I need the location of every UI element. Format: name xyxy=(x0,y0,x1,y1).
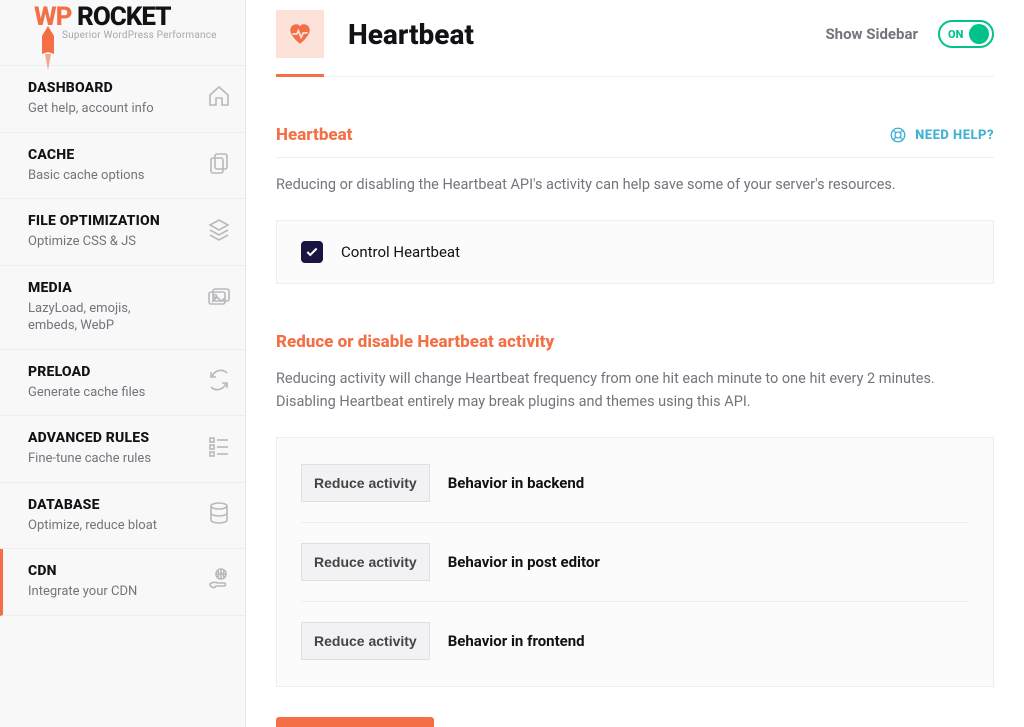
behavior-select-post-editor[interactable]: Reduce activity xyxy=(301,543,430,581)
sidebar-item-label: ADVANCED RULES xyxy=(28,430,151,446)
sidebar-item-file-optimization[interactable]: FILE OPTIMIZATION Optimize CSS & JS xyxy=(0,199,245,266)
sidebar-item-sub: Optimize CSS & JS xyxy=(28,233,160,251)
brand-tagline: Superior WordPress Performance xyxy=(62,30,245,41)
sidebar-item-database[interactable]: DATABASE Optimize, reduce bloat xyxy=(0,483,245,550)
sidebar-item-advanced-rules[interactable]: ADVANCED RULES Fine-tune cache rules xyxy=(0,416,245,483)
sidebar-item-sub: Generate cache files xyxy=(28,384,145,402)
behavior-row-frontend: Reduce activity Behavior in frontend xyxy=(301,602,969,680)
section-reduce-activity: Reduce or disable Heartbeat activity Red… xyxy=(276,332,994,727)
sidebar-item-label: DASHBOARD xyxy=(28,80,154,96)
behavior-label: Behavior in frontend xyxy=(448,632,585,650)
section-heartbeat: Heartbeat NEED HELP? Reducing or disabli… xyxy=(276,125,994,284)
control-heartbeat-checkbox[interactable] xyxy=(301,241,323,263)
show-sidebar-label: Show Sidebar xyxy=(825,25,918,43)
sidebar-item-label: PRELOAD xyxy=(28,364,145,380)
sidebar-item-sub: Get help, account info xyxy=(28,100,154,118)
list-icon xyxy=(207,434,231,458)
behavior-row-post-editor: Reduce activity Behavior in post editor xyxy=(301,523,969,602)
section-title: Reduce or disable Heartbeat activity xyxy=(276,332,994,352)
sidebar-item-label: MEDIA xyxy=(28,280,178,296)
sidebar-item-label: CDN xyxy=(28,563,137,579)
behavior-box: Reduce activity Behavior in backend Redu… xyxy=(276,437,994,687)
behavior-select-frontend[interactable]: Reduce activity xyxy=(301,622,430,660)
refresh-icon xyxy=(207,368,231,392)
images-icon xyxy=(207,284,231,308)
copy-icon xyxy=(207,151,231,175)
page-header: Heartbeat Show Sidebar ON xyxy=(276,10,994,77)
check-icon xyxy=(305,245,319,259)
sidebar-item-sub: Integrate your CDN xyxy=(28,583,137,601)
database-icon xyxy=(207,501,231,525)
toggle-on-text: ON xyxy=(948,28,963,41)
sidebar-item-preload[interactable]: PRELOAD Generate cache files xyxy=(0,350,245,417)
control-heartbeat-row: Control Heartbeat xyxy=(276,220,994,284)
save-changes-button[interactable]: SAVE CHANGES xyxy=(276,717,434,727)
section-desc: Reducing activity will change Heartbeat … xyxy=(276,368,994,413)
sidebar-nav: DASHBOARD Get help, account info CACHE B… xyxy=(0,65,245,616)
behavior-label: Behavior in backend xyxy=(448,474,584,492)
main-content: Heartbeat Show Sidebar ON Heartbeat NEED… xyxy=(246,0,1024,727)
page-title: Heartbeat xyxy=(348,18,474,51)
behavior-select-backend[interactable]: Reduce activity xyxy=(301,464,430,502)
sidebar-item-sub: Basic cache options xyxy=(28,167,144,185)
layers-icon xyxy=(207,217,231,241)
section-desc: Reducing or disabling the Heartbeat API'… xyxy=(276,174,994,196)
sidebar-item-sub: LazyLoad, emojis, embeds, WebP xyxy=(28,300,178,335)
home-icon xyxy=(207,84,231,108)
control-heartbeat-label: Control Heartbeat xyxy=(341,243,460,261)
hand-globe-icon xyxy=(207,567,231,591)
sidebar-item-label: DATABASE xyxy=(28,497,157,513)
show-sidebar-toggle[interactable]: ON xyxy=(938,20,994,48)
sidebar-item-cache[interactable]: CACHE Basic cache options xyxy=(0,133,245,200)
toggle-knob xyxy=(969,24,989,44)
sidebar: WP ROCKET Superior WordPress Performance… xyxy=(0,0,246,727)
behavior-row-backend: Reduce activity Behavior in backend xyxy=(301,444,969,523)
lifebuoy-icon xyxy=(889,126,907,144)
sidebar-item-sub: Fine-tune cache rules xyxy=(28,450,151,468)
need-help-label: NEED HELP? xyxy=(915,128,994,143)
sidebar-item-media[interactable]: MEDIA LazyLoad, emojis, embeds, WebP xyxy=(0,266,245,350)
behavior-label: Behavior in post editor xyxy=(448,553,600,571)
heartbeat-icon xyxy=(276,10,324,58)
sidebar-item-label: FILE OPTIMIZATION xyxy=(28,213,160,229)
sidebar-item-dashboard[interactable]: DASHBOARD Get help, account info xyxy=(0,65,245,133)
sidebar-item-label: CACHE xyxy=(28,147,144,163)
brand-rocket: ROCKET xyxy=(77,2,170,32)
need-help-link[interactable]: NEED HELP? xyxy=(889,126,994,144)
sidebar-item-cdn[interactable]: CDN Integrate your CDN xyxy=(0,549,245,616)
section-title: Heartbeat xyxy=(276,125,352,145)
rocket-icon xyxy=(38,26,58,70)
sidebar-item-sub: Optimize, reduce bloat xyxy=(28,517,157,535)
brand-logo: WP ROCKET Superior WordPress Performance xyxy=(0,0,245,51)
